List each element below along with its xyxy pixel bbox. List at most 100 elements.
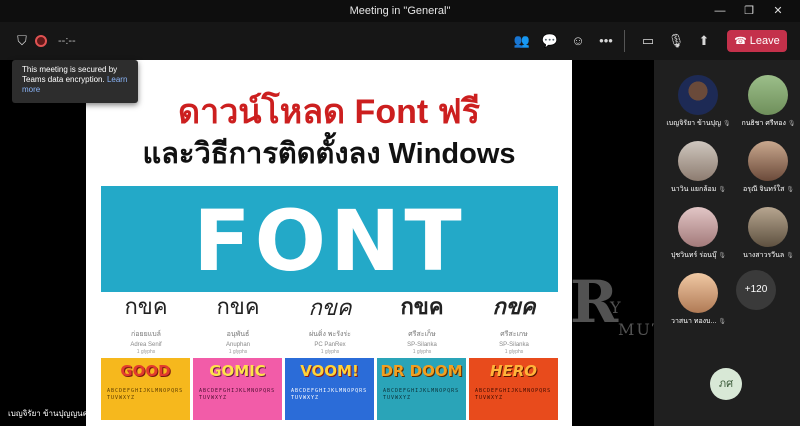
sample-glyph: กขค — [216, 295, 260, 320]
title-bar: Meeting in "General" — ❐ ✕ — [0, 0, 800, 22]
font-tile: GOOD ABCDEFGHIJKLMNOPQRSTUVWXYZ — [101, 358, 190, 420]
participant-tile[interactable]: กนธิชา ศรีทอง 🎙 — [732, 72, 800, 138]
sample-thai-name: อนุพันธ์ — [226, 331, 250, 338]
tile-title: GOMIC — [209, 362, 266, 380]
mic-muted-icon: 🎙 — [787, 121, 796, 127]
sample-thai-name: ก่อยยแบล์ — [131, 331, 161, 338]
participant-name: กนธิชา ศรีทอง 🎙 — [741, 120, 796, 127]
avatar — [678, 75, 718, 115]
font-banner: FONT — [101, 186, 558, 292]
avatar — [678, 141, 718, 181]
sample-glyph-count: 1 glyphs — [504, 349, 524, 355]
sample-glyph: กขค — [492, 295, 536, 320]
chat-icon[interactable]: 💬 — [540, 31, 560, 51]
font-sample: กขค ก่อยยแบล์ Adrea Senif 1 glyphs — [101, 294, 191, 355]
mic-muted-icon: 🎙 — [722, 121, 731, 127]
participant-name: นาวิน แยกล้อม 🎙 — [671, 186, 726, 193]
mic-muted-icon: 🎙 — [718, 319, 726, 325]
participant-tile[interactable]: นาวิน แยกล้อม 🎙 — [662, 138, 735, 204]
participant-tile[interactable]: นางสาวรวีนล 🎙 — [732, 204, 800, 270]
self-avatar[interactable]: ภศ — [710, 368, 742, 400]
mic-muted-icon: 🎙 — [718, 253, 727, 259]
participant-tile[interactable]: อรุณี จินทร์ใส 🎙 — [732, 138, 800, 204]
font-sample: กขค อนุพันธ์ Anuphan 1 glyphs — [193, 294, 283, 355]
tile-alphabet: ABCDEFGHIJKLMNOPQRSTUVWXYZ — [199, 388, 276, 401]
sample-glyph-count: 1 glyphs — [228, 349, 248, 355]
participants-icon[interactable]: 👥 — [512, 31, 532, 51]
sample-font-name: PC PanRex — [314, 342, 346, 348]
sample-font-name: SP-Silanka — [499, 342, 529, 348]
toolbar-divider — [624, 30, 625, 52]
share-screen-icon[interactable]: ⬆ — [694, 31, 714, 51]
tile-alphabet: ABCDEFGHIJKLMNOPQRSTUVWXYZ — [383, 388, 460, 401]
font-style-tiles: GOOD ABCDEFGHIJKLMNOPQRSTUVWXYZ GOMIC AB… — [101, 358, 558, 420]
font-tile: HERO ABCDEFGHIJKLMNOPQRSTUVWXYZ — [469, 358, 558, 420]
meeting-timer: --:-- — [58, 35, 76, 47]
participant-name: อรุณี จินทร์ใส 🎙 — [743, 186, 794, 193]
sample-glyph-count: 1 glyphs — [136, 349, 156, 355]
participant-tile[interactable]: วาสนา ทองบ... 🎙 — [662, 270, 735, 336]
sample-glyph-count: 1 glyphs — [412, 349, 432, 355]
font-tile: VOOM! ABCDEFGHIJKLMNOPQRSTUVWXYZ — [285, 358, 374, 420]
presenter-name: เบญจิรัยา ข้านปุญญนคร — [8, 409, 93, 418]
close-icon[interactable]: ✕ — [770, 3, 786, 19]
participant-name: วาสนา ทองบ... 🎙 — [671, 318, 726, 325]
more-participants-button[interactable]: +120 — [736, 270, 776, 310]
sample-font-name: SP-Silanka — [407, 342, 437, 348]
participant-name: นางสาวรวีนล 🎙 — [743, 252, 794, 259]
tile-title: HERO — [489, 362, 538, 380]
reactions-icon[interactable]: ☺ — [568, 31, 588, 51]
tile-title: GOOD — [120, 362, 171, 380]
mic-muted-icon: 🎙 — [786, 187, 794, 193]
font-sample: กขค ผ่นดิ่ง พะรังร่ะ PC PanRex 1 glyphs — [285, 294, 375, 355]
maximize-icon[interactable]: ❐ — [741, 3, 757, 19]
mic-off-icon[interactable]: 🎙 — [666, 31, 686, 51]
font-samples: กขค ก่อยยแบล์ Adrea Senif 1 glyphs กขค อ… — [101, 294, 558, 358]
mic-muted-icon: 🎙 — [718, 187, 726, 193]
watermark-letter: Y — [610, 298, 621, 317]
avatar — [748, 75, 788, 115]
avatar — [748, 207, 788, 247]
tile-title: DR DOOM — [380, 362, 463, 380]
sample-glyph-count: 1 glyphs — [320, 349, 340, 355]
leave-label: Leave — [749, 35, 780, 47]
sample-glyph: กขค — [400, 295, 444, 320]
participant-name: ปุชวินทร์ ร่อนบุ๊ 🎙 — [670, 252, 727, 259]
leave-button[interactable]: ☎ Leave — [727, 30, 787, 52]
sample-font-name: Anuphan — [225, 342, 251, 348]
sample-font-name: Adrea Senif — [130, 342, 162, 348]
sample-thai-name: ศรีสะเกษ — [500, 331, 528, 338]
participant-name: เบญจิรัยา ข้านปุญ 🎙 — [666, 120, 731, 127]
minimize-icon[interactable]: — — [712, 3, 728, 19]
banner-word: FONT — [193, 192, 466, 290]
font-sample: กขค ศรีสะเกษ SP-Silanka 1 glyphs — [469, 294, 559, 355]
tile-alphabet: ABCDEFGHIJKLMNOPQRSTUVWXYZ — [475, 388, 552, 401]
sample-thai-name: ศรีสะเก็ษ — [408, 331, 436, 338]
shared-slide: ดาวน์โหลด Font ฟรี และวิธีการติดตั้งลง W… — [86, 60, 572, 426]
avatar — [678, 273, 718, 313]
camera-off-icon[interactable]: ▭ — [638, 31, 658, 51]
phone-icon: ☎ — [734, 36, 747, 47]
sample-glyph: กขค — [124, 295, 168, 320]
participant-tile[interactable]: ปุชวินทร์ ร่อนบุ๊ 🎙 — [662, 204, 735, 270]
tooltip-text: This meeting is secured by Teams data en… — [22, 65, 118, 84]
encryption-tooltip: This meeting is secured by Teams data en… — [12, 60, 138, 103]
tile-alphabet: ABCDEFGHIJKLMNOPQRSTUVWXYZ — [107, 388, 184, 401]
recording-icon — [35, 35, 47, 47]
shield-icon[interactable]: ⛉ — [12, 31, 32, 51]
avatar — [678, 207, 718, 247]
participant-tile[interactable]: เบญจิรัยา ข้านปุญ 🎙 — [662, 72, 735, 138]
sample-thai-name: ผ่นดิ่ง พะรังร่ะ — [309, 331, 351, 338]
font-tile: DR DOOM ABCDEFGHIJKLMNOPQRSTUVWXYZ — [377, 358, 466, 420]
mic-muted-icon: 🎙 — [786, 253, 794, 259]
avatar — [748, 141, 788, 181]
tile-alphabet: ABCDEFGHIJKLMNOPQRSTUVWXYZ — [291, 388, 368, 401]
font-sample: กขค ศรีสะเก็ษ SP-Silanka 1 glyphs — [377, 294, 467, 355]
more-actions-icon[interactable]: ••• — [596, 31, 616, 51]
font-tile: GOMIC ABCDEFGHIJKLMNOPQRSTUVWXYZ — [193, 358, 282, 420]
tile-title: VOOM! — [300, 362, 359, 380]
meeting-toolbar: ⛉ --:-- 👥 💬 ☺ ••• ▭ 🎙 ⬆ ☎ Leave — [0, 22, 800, 60]
window-title: Meeting in "General" — [349, 5, 451, 17]
slide-headline-2: และวิธีการติดตั้งลง Windows — [142, 138, 516, 170]
sample-glyph: กขค — [308, 295, 352, 320]
